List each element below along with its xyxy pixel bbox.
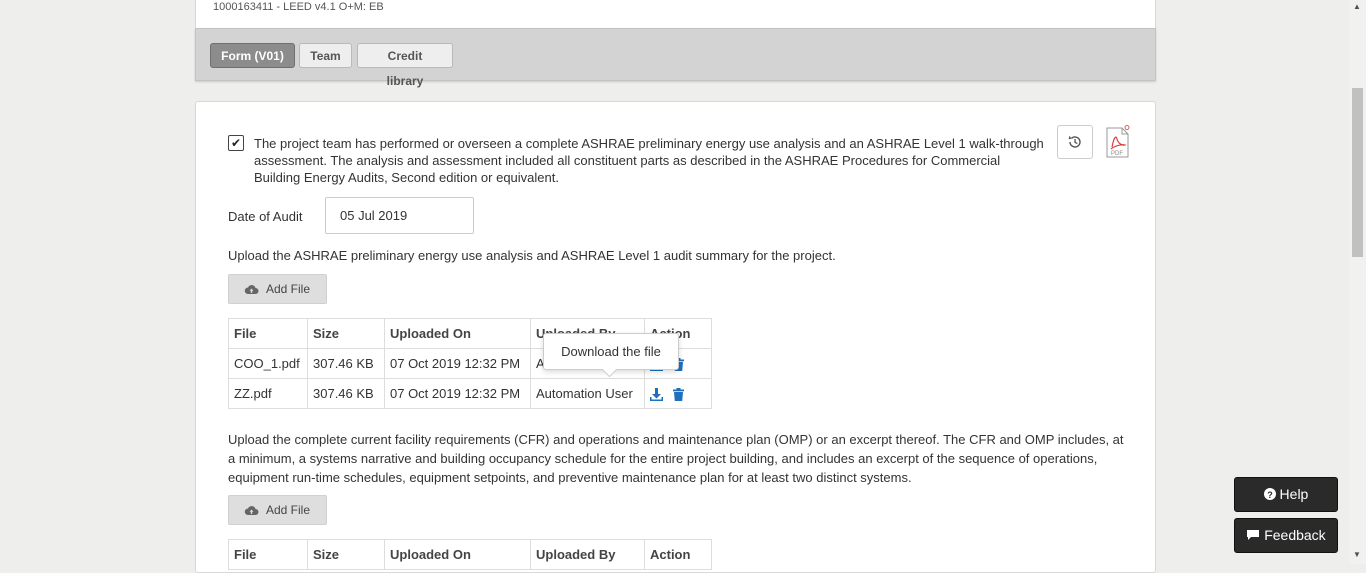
upload-instruction-2: Upload the complete current facility req… (228, 432, 1124, 485)
help-button[interactable]: ? Help (1234, 477, 1338, 512)
col-file: File (228, 539, 308, 570)
cloud-upload-icon (244, 285, 259, 294)
scroll-thumb[interactable] (1352, 88, 1363, 257)
requirement-checkbox[interactable]: ✔ (228, 135, 244, 151)
help-label: Help (1279, 486, 1309, 502)
download-tooltip: Download the file (543, 333, 679, 370)
feedback-label: Feedback (1264, 527, 1326, 543)
tab-bar: Form (V01) Team Credit library (195, 28, 1156, 88)
history-icon (1068, 135, 1081, 148)
file-uploaded-on: 07 Oct 2019 12:32 PM (384, 378, 531, 409)
add-file-button-1[interactable]: Add File (228, 274, 327, 304)
project-header-card: 1000163411 - LEED v4.1 O+M: EB (195, 0, 1156, 29)
date-of-audit-label: Date of Audit (228, 209, 303, 224)
project-id-label: 1000163411 - LEED v4.1 O+M: EB (213, 1, 384, 13)
date-of-audit-input[interactable]: 05 Jul 2019 (325, 197, 474, 234)
history-button[interactable] (1057, 125, 1093, 159)
file-name-link[interactable]: COO_1.pdf (228, 348, 308, 379)
col-action: Action (644, 539, 712, 570)
table-header-row: File Size Uploaded On Uploaded By Action (228, 539, 712, 570)
delete-icon[interactable] (673, 388, 684, 402)
col-size: Size (307, 318, 385, 349)
col-uploaded-on: Uploaded On (384, 539, 531, 570)
pdf-icon: PDF (1106, 125, 1130, 158)
feedback-button[interactable]: Feedback (1234, 518, 1338, 553)
col-file: File (228, 318, 308, 349)
tab-team[interactable]: Team (299, 43, 352, 68)
files-table-2: File Size Uploaded On Uploaded By Action (228, 539, 712, 570)
file-name-link[interactable]: ZZ.pdf (228, 378, 308, 409)
upload-instruction-1: Upload the ASHRAE preliminary energy use… (228, 248, 836, 263)
comment-icon (1247, 530, 1260, 540)
col-uploaded-on: Uploaded On (384, 318, 531, 349)
tab-form[interactable]: Form (V01) (210, 43, 295, 68)
pdf-export-button[interactable]: PDF (1104, 125, 1132, 159)
col-size: Size (307, 539, 385, 570)
svg-text:?: ? (1267, 490, 1273, 500)
add-file-label: Add File (266, 503, 311, 517)
tab-credit-library[interactable]: Credit library (357, 43, 453, 88)
file-size: 307.46 KB (307, 378, 385, 409)
file-size: 307.46 KB (307, 348, 385, 379)
download-icon[interactable] (650, 388, 663, 402)
file-uploaded-by: Automation User (530, 378, 645, 409)
svg-text:PDF: PDF (1111, 151, 1123, 157)
table-row: ZZ.pdf 307.46 KB 07 Oct 2019 12:32 PM Au… (228, 378, 712, 409)
page-scrollbar[interactable]: ▲ ▼ (1349, 0, 1366, 564)
add-file-button-2[interactable]: Add File (228, 495, 327, 525)
requirement-statement: The project team has performed or overse… (254, 136, 1044, 185)
file-uploaded-on: 07 Oct 2019 12:32 PM (384, 348, 531, 379)
cloud-upload-icon (244, 506, 259, 515)
col-uploaded-by: Uploaded By (530, 539, 645, 570)
question-circle-icon: ? (1263, 488, 1276, 500)
add-file-label: Add File (266, 282, 311, 296)
file-actions (644, 378, 712, 409)
scroll-down-icon[interactable]: ▼ (1353, 550, 1361, 559)
scroll-up-icon[interactable]: ▲ (1353, 2, 1361, 11)
